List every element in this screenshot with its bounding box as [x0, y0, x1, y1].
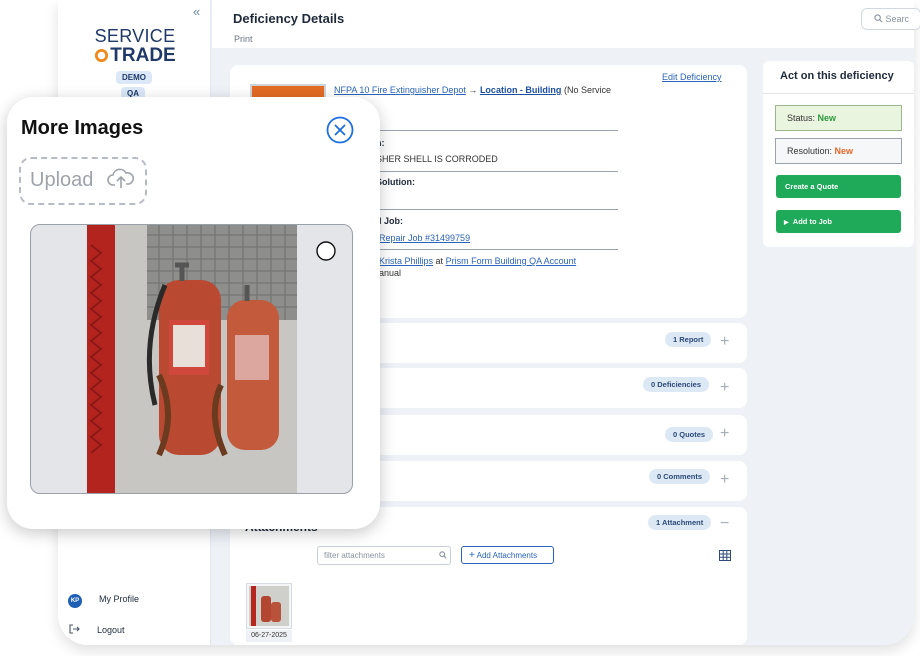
arrow-glyph: →	[468, 85, 478, 95]
status-value: New	[817, 113, 837, 123]
add-to-job-button[interactable]: ▶ Add to Job	[776, 210, 901, 233]
act-panel-title: Act on this deficiency	[780, 70, 894, 82]
job-link[interactable]: Repair Job #31499759	[379, 233, 470, 243]
my-profile-link[interactable]: My Profile	[99, 594, 139, 604]
description-value: SHER SHELL IS CORRODED	[376, 154, 498, 164]
resolution-label: Resolution:	[787, 146, 833, 156]
quotes-count-badge: 0 Quotes	[665, 427, 714, 442]
expand-quotes-icon[interactable]: +	[720, 425, 729, 443]
page-title: Deficiency Details	[233, 11, 345, 26]
select-image-radio-icon[interactable]	[316, 241, 336, 261]
collapse-sidebar-icon[interactable]: «	[193, 4, 200, 19]
cloud-upload-icon	[107, 168, 134, 188]
print-link[interactable]: Print	[234, 34, 253, 44]
resolution-field[interactable]: Resolution: New	[775, 138, 902, 164]
image-viewer	[30, 224, 353, 494]
modal-title: More Images	[21, 117, 144, 139]
add-attachments-label: Add Attachments	[476, 551, 538, 560]
divider	[376, 209, 618, 210]
search-placeholder: Searc	[885, 14, 910, 24]
grid-view-icon[interactable]	[719, 550, 731, 561]
resolution-value: New	[834, 146, 854, 156]
divider	[376, 171, 618, 172]
deficiency-service-line: NFPA 10 Fire Extinguisher Depot → Locati…	[334, 85, 611, 95]
upload-label: Upload	[30, 169, 94, 191]
edit-deficiency-link[interactable]: Edit Deficiency	[662, 72, 722, 82]
expand-reports-icon[interactable]: +	[720, 333, 729, 351]
attachments-count-badge: 1 Attachment	[648, 515, 712, 530]
expand-comments-icon[interactable]: +	[720, 471, 729, 489]
reports-count-badge: 1 Report	[665, 332, 712, 347]
logo-top-text: SERVICE	[94, 26, 176, 46]
reported-by-line: Krista Phillips at Prism Form Building Q…	[379, 256, 576, 266]
fire-extinguisher-image	[87, 225, 297, 493]
job-label: d Job:	[376, 216, 403, 226]
reporter-link[interactable]: Krista Phillips	[379, 256, 433, 266]
attachment-thumbnail[interactable]	[246, 583, 292, 629]
divider	[376, 130, 618, 131]
logo-bottom-word: TRADE	[110, 45, 176, 66]
logo-bottom-text: TRADE	[90, 45, 180, 67]
filter-attachments-input[interactable]: filter attachments	[317, 546, 451, 565]
status-label: Status:	[787, 113, 816, 123]
source-value: anual	[379, 268, 402, 278]
filter-search-icon	[439, 551, 447, 559]
search-input[interactable]: Searc	[861, 8, 920, 30]
deficiencies-count-badge: 0 Deficiencies	[643, 377, 710, 392]
location-link[interactable]: Location - Building	[480, 85, 562, 95]
add-to-job-label: Add to Job	[792, 217, 832, 226]
logo-gear-icon	[95, 48, 109, 63]
act-panel-divider	[763, 93, 914, 94]
logout-link[interactable]: Logout	[97, 625, 125, 635]
expand-deficiencies-icon[interactable]: +	[720, 379, 729, 397]
divider	[376, 249, 618, 250]
filter-placeholder: filter attachments	[324, 551, 385, 560]
at-word: at	[435, 256, 444, 266]
attachment-date: 06-27-2025	[246, 630, 292, 642]
service-trade-logo[interactable]: SERVICE TRADE	[90, 26, 180, 67]
close-icon[interactable]	[326, 116, 354, 144]
plus-icon: +	[469, 550, 475, 561]
collapse-attachments-icon[interactable]: −	[720, 515, 729, 533]
create-quote-button[interactable]: Create a Quote	[776, 175, 901, 198]
profile-avatar[interactable]: KP	[68, 594, 82, 608]
play-icon: ▶	[784, 220, 789, 226]
fire-extinguisher-thumb-image	[249, 586, 289, 626]
service-link[interactable]: NFPA 10 Fire Extinguisher Depot	[334, 85, 466, 95]
comments-count-badge: 0 Comments	[649, 469, 711, 484]
logout-icon[interactable]	[68, 623, 80, 635]
fire-extinguisher-photo[interactable]	[87, 225, 297, 493]
solution-label: Solution:	[376, 177, 415, 187]
env-badge-demo: DEMO	[116, 71, 152, 84]
add-attachments-button[interactable]: + Add Attachments	[461, 546, 554, 564]
search-icon	[874, 14, 883, 23]
location-suffix: (No Service	[563, 85, 611, 95]
status-field[interactable]: Status: New	[775, 105, 902, 131]
account-link[interactable]: Prism Form Building QA Account	[446, 256, 577, 266]
